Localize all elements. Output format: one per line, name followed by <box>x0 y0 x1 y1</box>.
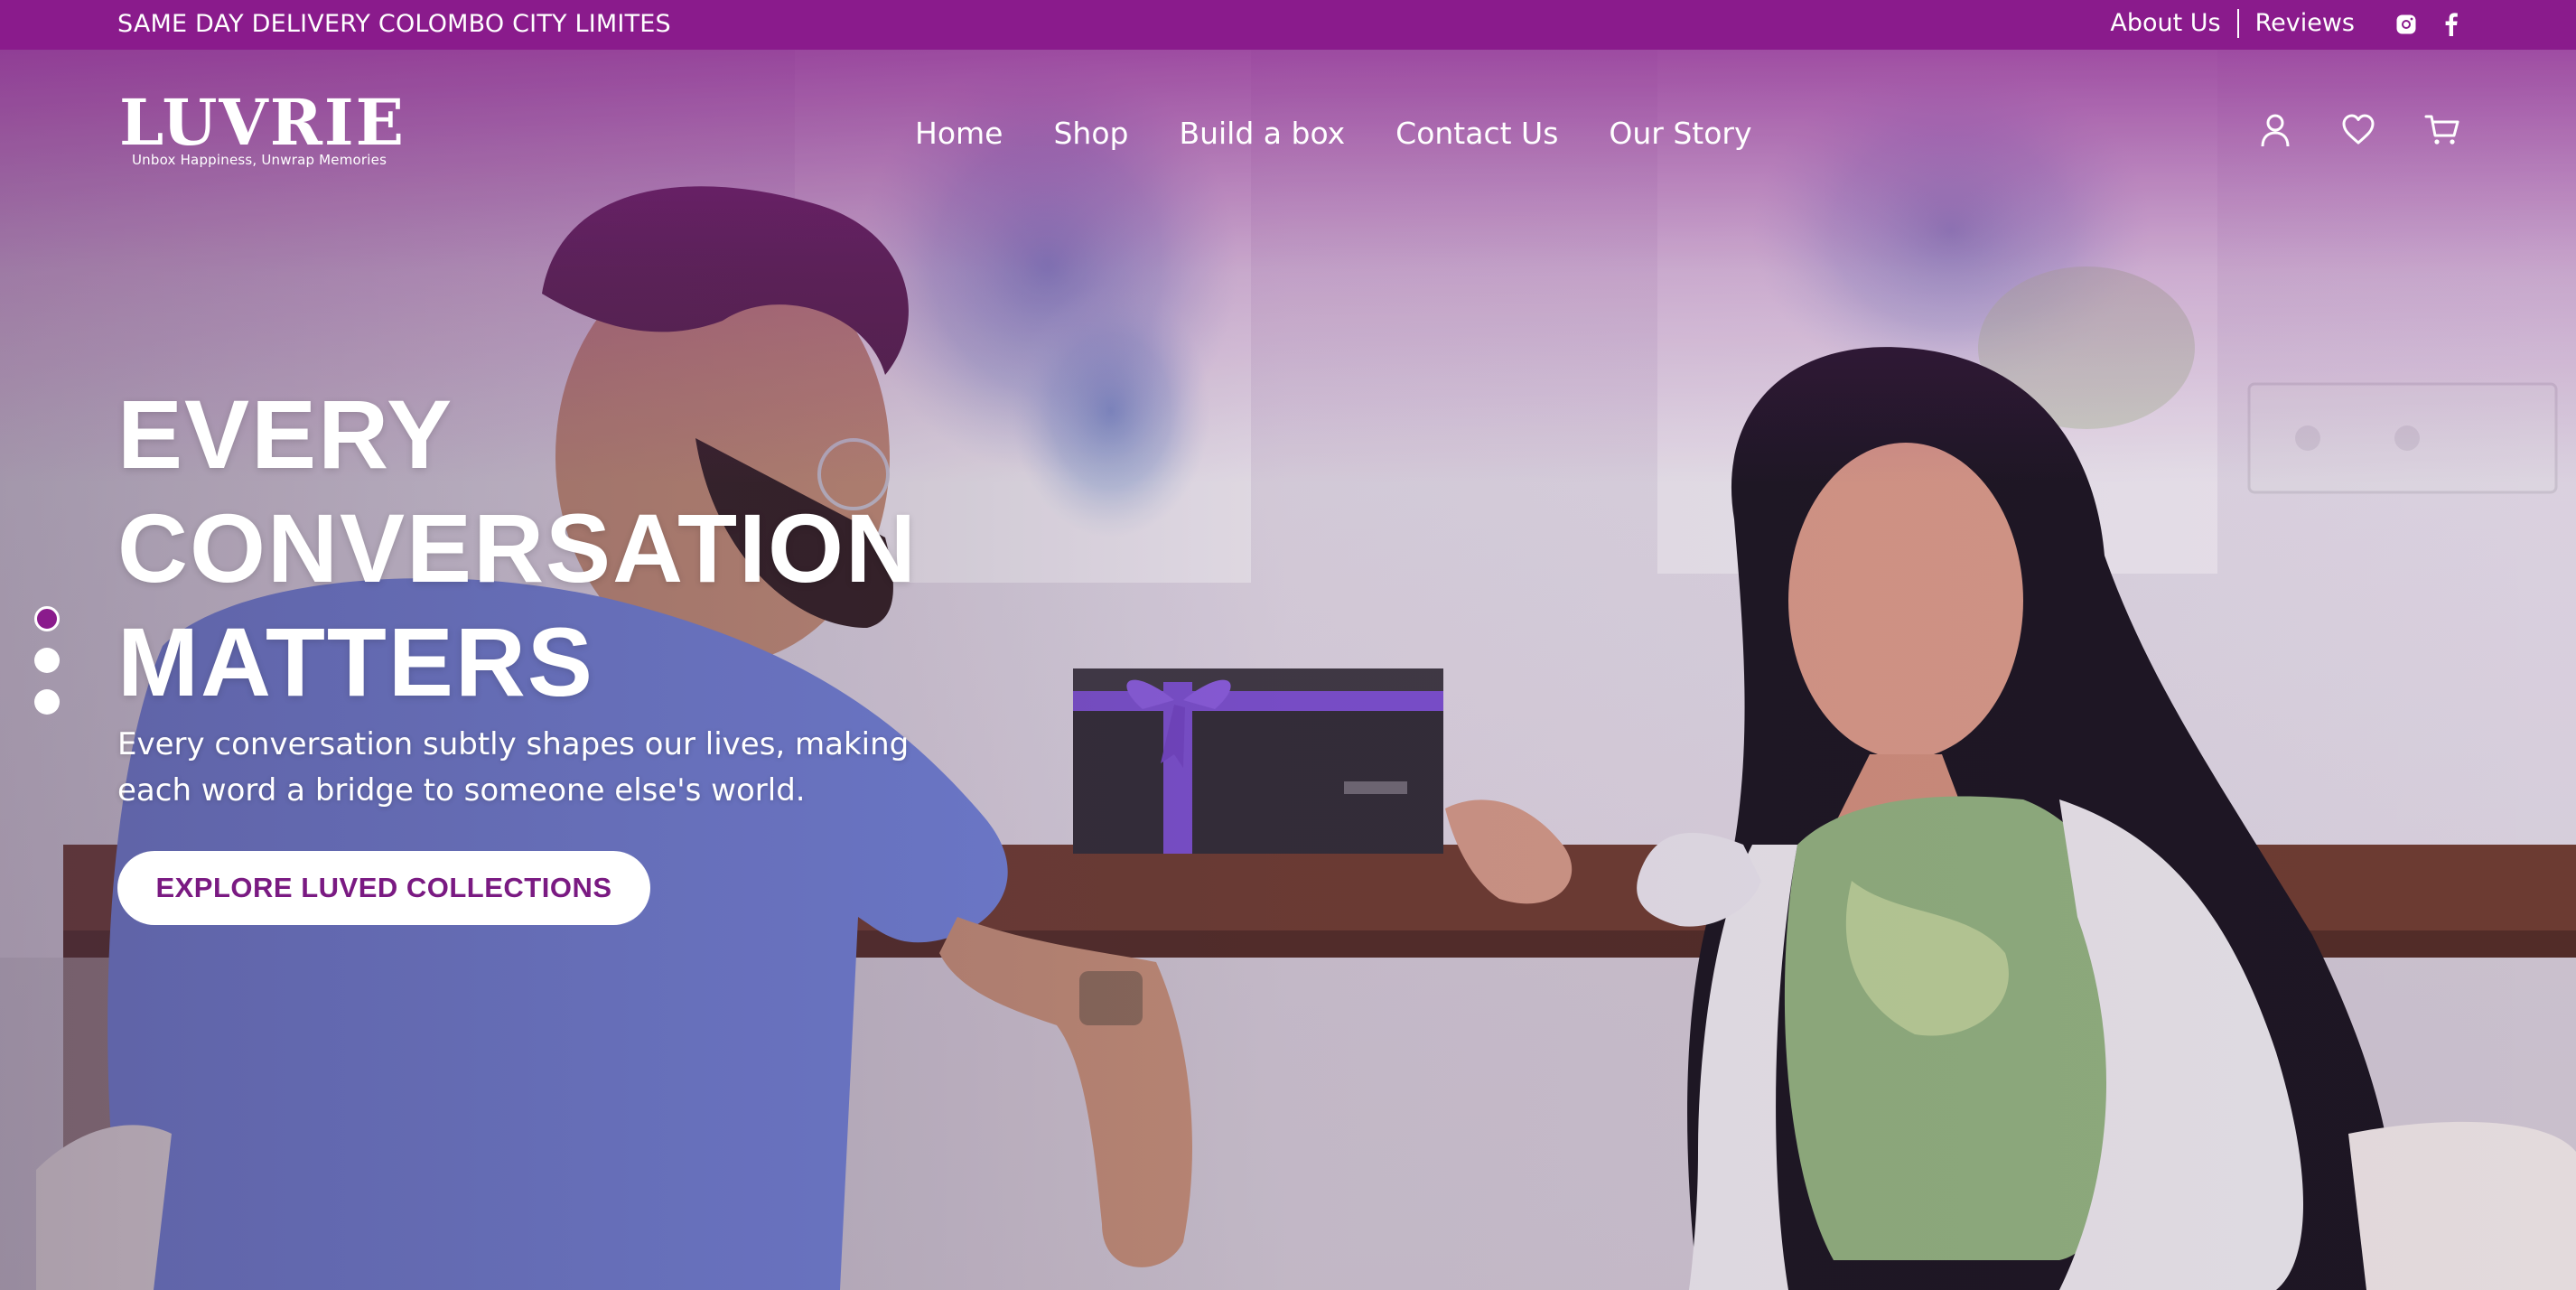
headline-line-2: CONVERSATION <box>117 493 919 603</box>
header-icons <box>2258 112 2459 148</box>
instagram-icon[interactable] <box>2395 14 2417 35</box>
heart-icon[interactable] <box>2341 112 2375 148</box>
user-icon[interactable] <box>2258 112 2292 148</box>
about-us-link[interactable]: About Us <box>2110 8 2220 39</box>
announcement-bar: SAME DAY DELIVERY COLOMBO CITY LIMITES A… <box>0 0 2576 50</box>
brand-tagline: Unbox Happiness, Unwrap Memories <box>132 152 387 168</box>
brand-wordmark: LUVRIE <box>119 85 406 160</box>
topbar-links: About Us Reviews <box>2110 8 2355 39</box>
facebook-icon[interactable] <box>2444 13 2459 36</box>
nav-contact-us[interactable]: Contact Us <box>1395 112 1558 155</box>
announcement-text: SAME DAY DELIVERY COLOMBO CITY LIMITES <box>117 10 671 38</box>
nav-our-story[interactable]: Our Story <box>1609 112 1751 155</box>
social-links <box>2395 9 2459 40</box>
nav-shop[interactable]: Shop <box>1053 112 1128 155</box>
reviews-link[interactable]: Reviews <box>2255 8 2355 39</box>
slide-dot-3[interactable] <box>34 689 60 715</box>
slide-dot-2[interactable] <box>34 648 60 673</box>
divider <box>2236 9 2239 38</box>
headline-line-3: MATTERS <box>117 607 594 716</box>
cart-icon[interactable] <box>2424 112 2459 148</box>
nav-build-a-box[interactable]: Build a box <box>1179 112 1345 155</box>
main-nav: Home Shop Build a box Contact Us Our Sto… <box>915 112 1752 155</box>
hero-subtext: Every conversation subtly shapes our liv… <box>117 726 910 809</box>
hero-headline: EVERY CONVERSATION MATTERS <box>117 378 918 719</box>
slider-dots <box>34 606 60 715</box>
brand-logo[interactable]: LUVRIE Unbox Happiness, Unwrap Memories <box>119 85 406 169</box>
headline-line-1: EVERY <box>117 379 454 489</box>
slide-dot-1[interactable] <box>34 606 60 631</box>
nav-home[interactable]: Home <box>915 112 1003 155</box>
explore-collections-button[interactable]: EXPLORE LUVED COLLECTIONS <box>117 851 650 925</box>
